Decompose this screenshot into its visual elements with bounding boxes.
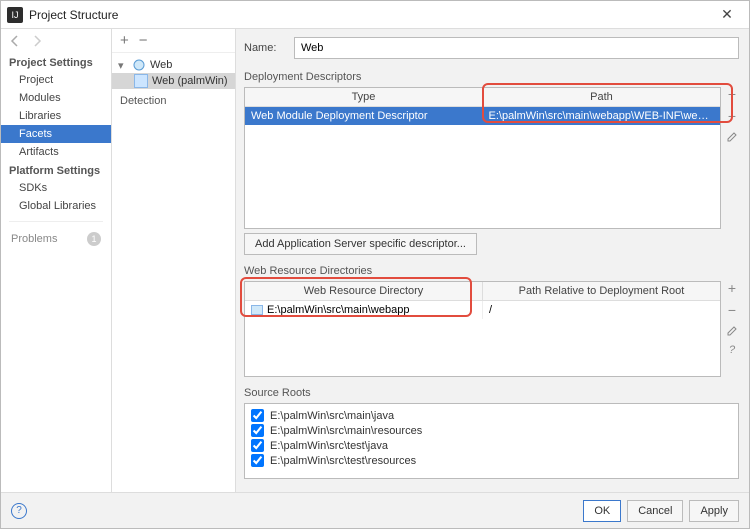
tree-node-web[interactable]: ▾ Web xyxy=(112,57,235,73)
sidebar-item-global-libraries[interactable]: Global Libraries xyxy=(1,197,111,215)
back-icon[interactable] xyxy=(9,35,21,47)
source-root-checkbox[interactable] xyxy=(251,424,264,437)
sidebar-item-sdks[interactable]: SDKs xyxy=(1,179,111,197)
table-row[interactable]: Web Module Deployment Descriptor E:\palm… xyxy=(245,107,720,125)
list-item[interactable]: E:\palmWin\src\main\resources xyxy=(251,423,732,438)
list-item[interactable]: E:\palmWin\src\main\java xyxy=(251,408,732,423)
edit-icon[interactable] xyxy=(726,325,738,337)
problems-count-badge: 1 xyxy=(87,232,101,246)
sidebar-item-problems[interactable]: Problems xyxy=(11,233,57,245)
source-root-path: E:\palmWin\src\test\resources xyxy=(270,455,416,467)
source-roots-list: E:\palmWin\src\main\java E:\palmWin\src\… xyxy=(244,403,739,479)
col-type: Type xyxy=(245,88,483,106)
web-facet-icon xyxy=(134,74,148,88)
sidebar-item-project[interactable]: Project xyxy=(1,71,111,89)
source-root-checkbox[interactable] xyxy=(251,439,264,452)
window-title: Project Structure xyxy=(29,8,711,22)
sidebar-item-artifacts[interactable]: Artifacts xyxy=(1,143,111,161)
source-root-path: E:\palmWin\src\test\java xyxy=(270,440,388,452)
add-icon[interactable]: + xyxy=(120,32,129,49)
tree-node-web-palmwin[interactable]: Web (palmWin) xyxy=(112,73,235,89)
help-icon[interactable]: ? xyxy=(729,345,735,356)
col-path: Path xyxy=(483,88,720,106)
group-project-settings: Project Settings xyxy=(1,53,111,71)
list-item[interactable]: E:\palmWin\src\test\resources xyxy=(251,453,732,468)
sidebar-item-facets[interactable]: Facets xyxy=(1,125,111,143)
detection-label[interactable]: Detection xyxy=(112,89,235,113)
chevron-down-icon[interactable]: ▾ xyxy=(118,59,128,72)
sidebar-item-libraries[interactable]: Libraries xyxy=(1,107,111,125)
name-label: Name: xyxy=(244,42,294,54)
help-icon[interactable]: ? xyxy=(11,503,27,519)
deployment-descriptors-table[interactable]: Type Path Web Module Deployment Descript… xyxy=(244,87,721,229)
forward-icon[interactable] xyxy=(31,35,43,47)
close-icon[interactable]: ✕ xyxy=(711,1,743,28)
source-root-checkbox[interactable] xyxy=(251,454,264,467)
col-dir: Web Resource Directory xyxy=(245,282,483,300)
folder-icon xyxy=(251,305,263,315)
source-root-checkbox[interactable] xyxy=(251,409,264,422)
sidebar-item-modules[interactable]: Modules xyxy=(1,89,111,107)
tree-node-label: Web (palmWin) xyxy=(152,75,228,87)
cell-dir: E:\palmWin\src\main\webapp xyxy=(245,301,483,319)
app-logo-icon: IJ xyxy=(7,7,23,23)
cell-rel: / xyxy=(483,301,720,319)
source-root-path: E:\palmWin\src\main\resources xyxy=(270,425,422,437)
group-platform-settings: Platform Settings xyxy=(1,161,111,179)
ok-button[interactable]: OK xyxy=(583,500,621,522)
source-roots-title: Source Roots xyxy=(244,387,739,399)
remove-icon[interactable]: − xyxy=(728,109,736,123)
col-rel: Path Relative to Deployment Root xyxy=(483,282,720,300)
list-item[interactable]: E:\palmWin\src\test\java xyxy=(251,438,732,453)
table-row[interactable]: E:\palmWin\src\main\webapp / xyxy=(245,301,720,319)
web-facet-icon xyxy=(132,58,146,72)
cancel-button[interactable]: Cancel xyxy=(627,500,683,522)
edit-icon[interactable] xyxy=(726,131,738,143)
cell-type: Web Module Deployment Descriptor xyxy=(245,107,483,125)
web-resource-dirs-title: Web Resource Directories xyxy=(244,265,739,277)
facet-config-panel: Name: Deployment Descriptors Type Path W… xyxy=(236,29,749,492)
add-icon[interactable]: + xyxy=(728,281,736,295)
remove-icon[interactable]: − xyxy=(139,32,148,49)
settings-sidebar: Project Settings Project Modules Librari… xyxy=(1,29,112,492)
tree-node-label: Web xyxy=(150,59,172,71)
apply-button[interactable]: Apply xyxy=(689,500,739,522)
title-bar: IJ Project Structure ✕ xyxy=(1,1,749,29)
deployment-descriptors-title: Deployment Descriptors xyxy=(244,71,739,83)
add-icon[interactable]: + xyxy=(728,87,736,101)
add-server-descriptor-button[interactable]: Add Application Server specific descript… xyxy=(244,233,477,255)
cell-path: E:\palmWin\src\main\webapp\WEB-INF\web.x… xyxy=(483,107,721,125)
web-resource-dirs-table[interactable]: Web Resource Directory Path Relative to … xyxy=(244,281,721,377)
facet-name-input[interactable] xyxy=(294,37,739,59)
facet-tree: + − ▾ Web Web (palmWin) Detection xyxy=(112,29,236,492)
remove-icon[interactable]: − xyxy=(728,303,736,317)
source-root-path: E:\palmWin\src\main\java xyxy=(270,410,394,422)
